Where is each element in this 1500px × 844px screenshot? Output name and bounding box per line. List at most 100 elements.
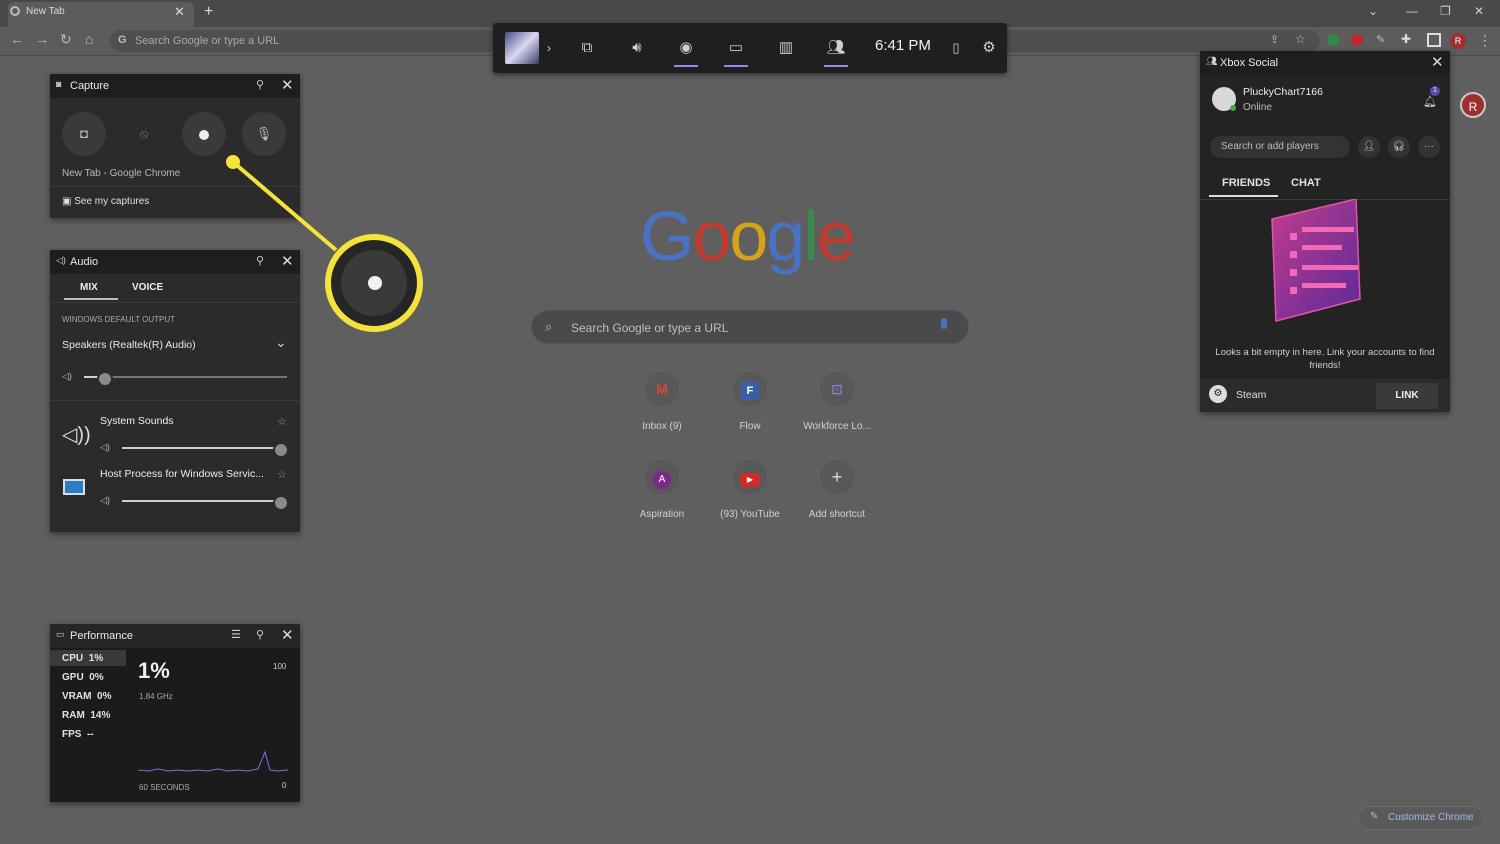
pin-icon[interactable]: ⚲ [256,78,264,91]
mic-toggle-button[interactable]: 🎙︎ [242,112,286,156]
shortcut-youtube[interactable]: ▶ (93) YouTube [706,460,794,520]
close-icon[interactable]: ✕ [281,626,294,644]
new-tab-icon[interactable]: + [204,3,213,21]
tab-mix[interactable]: MIX [80,282,98,293]
chrome-menu-icon[interactable]: ⋮ [1478,32,1492,49]
audio-header[interactable]: ◁) Audio ⚲ ✕ [50,250,300,274]
shortcut-inbox[interactable]: M Inbox (9) [618,372,706,432]
shortcut-label: (93) YouTube [720,509,780,520]
capture-target: New Tab - Google Chrome [62,168,181,179]
audio-widget-icon[interactable]: 🔊︎ [625,37,649,59]
close-icon[interactable]: ✕ [281,252,294,270]
slider-thumb[interactable] [97,371,114,387]
social-widget-icon[interactable]: 👥︎ [824,37,848,59]
shortcut-aspiration[interactable]: A Aspiration [618,460,706,520]
slider-thumb[interactable] [273,442,289,458]
perf-cpu[interactable]: CPU 1% [62,653,103,664]
chevron-down-icon[interactable]: ⌄ [275,334,287,351]
close-icon[interactable]: ✕ [281,76,294,94]
perf-gpu[interactable]: GPU 0% [62,672,104,683]
google-account-avatar[interactable]: R [1460,92,1486,118]
master-volume-slider[interactable] [84,371,287,387]
extension-pen-icon[interactable]: ✎ [1376,33,1385,46]
see-captures-label: See my captures [74,196,150,207]
tab-voice[interactable]: VOICE [132,282,163,293]
widget-menu-icon[interactable]: ⧉ [575,37,599,59]
resources-widget-icon[interactable]: ▥ [774,37,798,59]
party-headset-icon[interactable]: 🎧︎ [1388,136,1410,158]
tab-friends[interactable]: FRIENDS [1222,177,1270,189]
bookmark-star-icon[interactable]: ☆ [1295,32,1306,46]
window-close-icon[interactable]: ✕ [1474,4,1484,18]
output-device-select[interactable]: Speakers (Realtek(R) Audio) [62,339,196,351]
capture-widget-icon[interactable]: ◉ [674,37,698,59]
people-icon: 👥︎ [1206,56,1218,66]
extension-grammarly-icon[interactable] [1327,34,1339,46]
pin-icon[interactable]: ⚲ [256,628,264,641]
perf-window: 60 SECONDS [139,783,190,792]
close-icon[interactable]: ✕ [1431,53,1444,71]
shortcut-add[interactable]: + Add shortcut [793,460,881,520]
options-icon[interactable]: ☰ [231,628,241,641]
tab-title: New Tab [26,6,65,17]
social-header[interactable]: 👥︎ Xbox Social ✕ [1200,51,1450,75]
divider [50,302,300,303]
favorite-star-icon[interactable]: ☆ [277,468,287,481]
see-captures-link[interactable]: ▣ See my captures [62,196,149,207]
tab-search-icon[interactable]: ⌄ [1368,4,1378,18]
chevron-right-icon[interactable]: › [537,37,561,59]
slider-thumb[interactable] [273,495,289,511]
capture-header[interactable]: ◙ Capture ⚲ ✕ [50,74,300,98]
omnibox-placeholder: Search Google or type a URL [135,35,280,47]
tab-chat[interactable]: CHAT [1291,177,1321,189]
voice-search-icon[interactable] [941,318,947,329]
start-recording-button[interactable] [182,112,226,156]
xbox-game-bar: › ⧉ 🔊︎ ◉ ▭ ▥ 👥︎ 6:41 PM ▯ ⚙ [493,23,1007,73]
performance-widget-icon[interactable]: ▭ [724,37,748,59]
notification-bell-icon[interactable]: 🔔︎ [1423,95,1437,108]
notification-badge: 1 [1430,86,1440,96]
slider-fill [122,500,280,502]
google-g-icon: G [118,34,127,46]
screenshot-button[interactable]: ◘ [62,112,106,156]
extension-red-icon[interactable] [1351,34,1363,46]
profile-avatar[interactable]: R [1450,33,1466,49]
perf-vram[interactable]: VRAM 0% [62,691,111,702]
restore-icon[interactable]: ❐ [1440,4,1451,18]
settings-gear-icon[interactable]: ⚙ [977,37,1001,59]
speaker-icon: ◁) [56,255,66,265]
record-last-button[interactable]: ⦸ [122,112,166,156]
extensions-puzzle-icon[interactable]: ✚ [1401,32,1411,46]
pin-icon[interactable]: ⚲ [256,254,264,267]
more-options-icon[interactable]: ··· [1418,136,1440,158]
tab-active-indicator [64,298,118,300]
flow-glyph: F [741,382,759,400]
app-volume-slider[interactable] [122,495,289,511]
home-icon[interactable]: ⌂ [85,31,93,47]
game-art-thumbnail[interactable] [505,32,539,64]
reload-icon[interactable]: ↻ [60,31,72,48]
app-name: Host Process for Windows Servic... [100,468,264,480]
player-search-placeholder: Search or add players [1221,141,1319,152]
google-search-placeholder: Search Google or type a URL [571,321,729,335]
minimize-icon[interactable]: — [1406,4,1418,18]
perf-fps[interactable]: FPS -- [62,729,94,740]
back-icon[interactable]: ← [10,31,24,47]
shortcut-flow[interactable]: F Flow [706,372,794,432]
tab-close-icon[interactable]: ✕ [174,4,185,20]
perf-ram[interactable]: RAM 14% [62,710,110,721]
add-friend-icon[interactable]: 👤︎ [1358,136,1380,158]
share-icon[interactable]: ⇪ [1270,33,1279,46]
shortcut-workforce[interactable]: ⊡ Workforce Lo... [793,372,881,432]
performance-header[interactable]: ▭ Performance ☰ ⚲ ✕ [50,624,300,648]
forward-icon[interactable]: → [35,31,49,47]
capture-icon: ◙ [56,79,62,89]
slider-fill [122,447,280,449]
favorite-star-icon[interactable]: ☆ [277,415,287,428]
gamebar-clock: 6:41 PM [875,37,931,54]
app-name: System Sounds [100,415,174,427]
mouse-icon[interactable]: ▯ [944,37,968,59]
app-volume-slider[interactable] [122,442,289,458]
side-panel-icon[interactable] [1427,33,1441,47]
link-steam-button[interactable]: LINK [1376,383,1438,409]
